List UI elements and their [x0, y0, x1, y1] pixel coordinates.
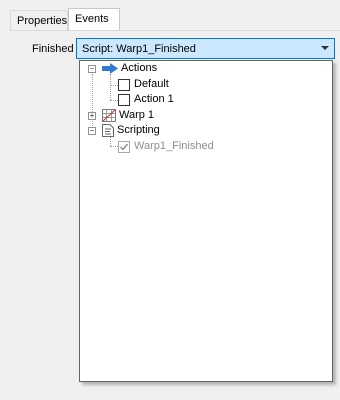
- chevron-down-icon[interactable]: [321, 46, 329, 50]
- tree-item-label: Warp 1: [119, 109, 155, 121]
- tree-item-action-1[interactable]: Action 1: [118, 92, 318, 107]
- script-icon: [102, 124, 114, 137]
- expand-icon[interactable]: +: [88, 112, 96, 120]
- finished-label: Finished: [32, 43, 74, 55]
- warp-grid-icon: [102, 109, 116, 122]
- tree-item-label: Action 1: [134, 93, 174, 105]
- arrow-right-icon: [102, 63, 118, 74]
- warp1-finished-checkbox[interactable]: [118, 141, 130, 153]
- collapse-icon[interactable]: −: [88, 127, 96, 135]
- tree-item-warp1-finished[interactable]: Warp1_Finished: [118, 139, 318, 154]
- tree-item-label: Default: [134, 78, 169, 90]
- tree-item-default[interactable]: Default: [118, 77, 318, 92]
- collapse-icon[interactable]: −: [88, 65, 96, 73]
- tree-item-label: Scripting: [117, 124, 160, 136]
- action-1-checkbox[interactable]: [118, 94, 130, 106]
- tree-line: [110, 146, 118, 147]
- tree-line: [110, 85, 118, 86]
- finished-combobox[interactable]: Script: Warp1_Finished: [76, 38, 335, 59]
- tree-item-actions[interactable]: − Actions: [88, 61, 328, 76]
- tree-line: [110, 74, 111, 100]
- tab-properties[interactable]: Properties: [10, 10, 68, 30]
- dropdown-tree[interactable]: − Actions Default Action 1 + Warp 1 − Sc…: [79, 60, 333, 382]
- checkmark-icon: [120, 143, 129, 151]
- tab-events[interactable]: Events: [68, 8, 120, 31]
- default-checkbox[interactable]: [118, 79, 130, 91]
- tree-item-label: Actions: [121, 62, 158, 74]
- tree-item-scripting[interactable]: − Scripting: [88, 123, 328, 138]
- tree-item-warp-1[interactable]: + Warp 1: [88, 108, 328, 123]
- finished-combobox-value: Script: Warp1_Finished: [82, 43, 196, 55]
- tree-item-label: Warp1_Finished: [134, 140, 214, 152]
- tree-line: [110, 100, 118, 101]
